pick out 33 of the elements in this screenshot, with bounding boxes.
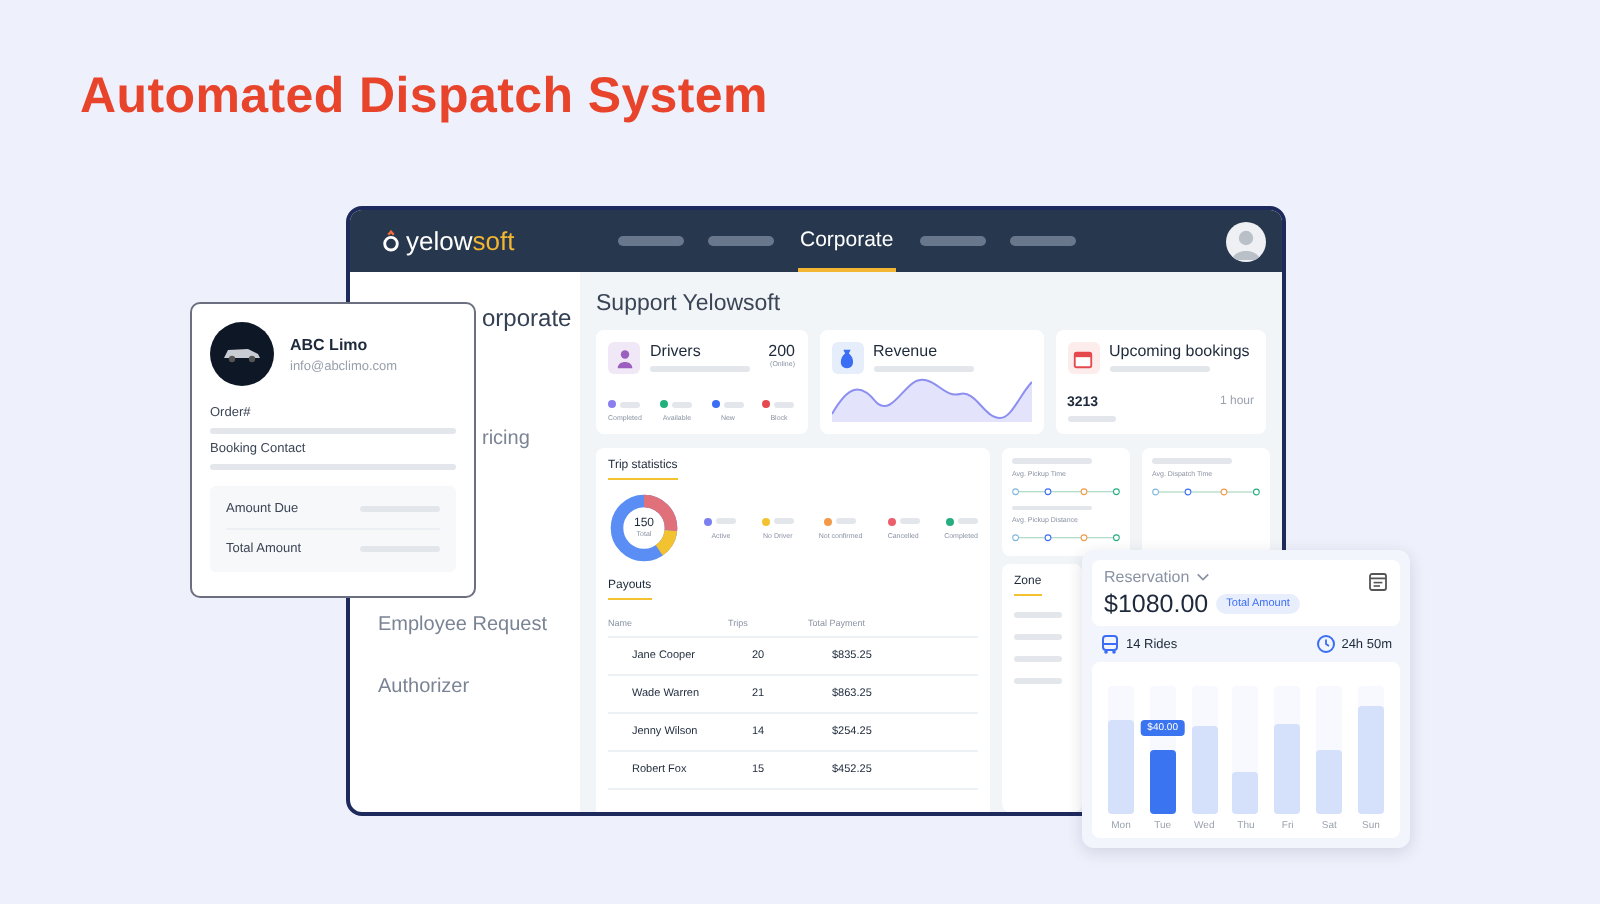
page-title: Automated Dispatch System <box>80 68 768 126</box>
logo: yelowsoft <box>382 226 618 256</box>
sidebar-item[interactable]: orporate <box>482 306 572 332</box>
card-title: Upcoming bookings <box>1109 342 1252 360</box>
company-name: ABC Limo <box>290 335 370 353</box>
reservation-dropdown[interactable]: Reservation <box>1104 568 1210 586</box>
timeline-drawing <box>1152 488 1260 496</box>
day-bar[interactable] <box>1149 750 1176 814</box>
sidebar-item[interactable]: Employee Request <box>378 614 547 638</box>
sidebar-item[interactable]: Authorizer <box>378 676 470 700</box>
card-title: Revenue <box>873 342 940 360</box>
car-icon <box>1100 634 1120 654</box>
car-icon <box>210 322 274 386</box>
money-bag-icon <box>831 342 863 374</box>
content-title: Support Yelowsoft <box>596 292 783 316</box>
nav-placeholder[interactable] <box>1009 236 1076 246</box>
timeline-drawing <box>1012 487 1120 495</box>
nav-placeholder[interactable] <box>618 236 684 246</box>
nav-placeholder[interactable] <box>708 236 774 246</box>
chevron-icon <box>1195 572 1210 582</box>
timeline-drawing <box>1012 534 1120 542</box>
clock-icon <box>1315 634 1336 654</box>
avatar[interactable] <box>1226 221 1266 261</box>
nav-placeholder[interactable] <box>919 236 986 246</box>
driver-icon <box>608 342 640 374</box>
document-icon[interactable] <box>1368 572 1388 592</box>
driver-count: 200 <box>768 342 795 360</box>
donut-chart <box>608 492 680 564</box>
sidebar-item[interactable]: ricing <box>482 428 530 452</box>
logo-icon <box>382 230 400 252</box>
card-title: Drivers <box>650 342 703 360</box>
reservation-amount: $1080.00 <box>1104 590 1209 618</box>
calendar-icon <box>1067 342 1099 374</box>
